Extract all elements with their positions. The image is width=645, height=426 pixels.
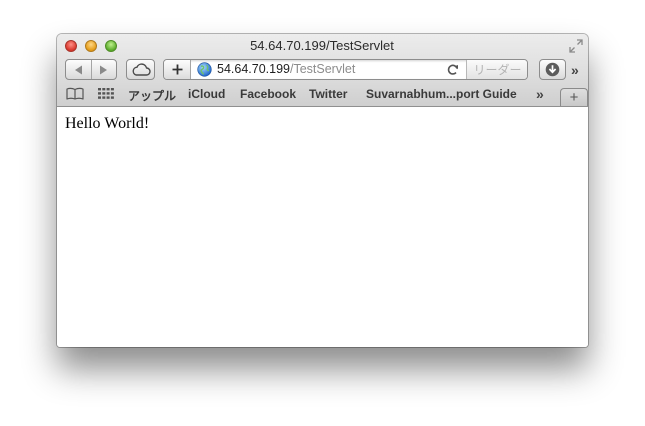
download-icon: [545, 62, 560, 77]
back-button[interactable]: [66, 60, 91, 79]
book-icon[interactable]: [66, 87, 84, 100]
page-body-text: Hello World!: [65, 115, 150, 132]
close-window-button[interactable]: [65, 40, 77, 52]
forward-button[interactable]: [92, 60, 117, 79]
bookmark-icloud[interactable]: iCloud: [188, 87, 225, 101]
url-host: 54.64.70.199: [217, 62, 290, 76]
toolbar: 54.64.70.199/TestServlet リーダー »: [57, 58, 588, 82]
bookmarks-overflow-button[interactable]: »: [536, 86, 544, 102]
reader-button[interactable]: リーダー: [466, 60, 527, 79]
browser-window: 54.64.70.199/TestServlet 54.64.70.199/Te…: [57, 34, 588, 347]
bookmarks-bar: アップル iCloud Facebook Twitter Suvarnabhum…: [57, 84, 588, 106]
new-tab-label: +: [569, 89, 579, 106]
globe-icon: [197, 62, 212, 77]
window-title: 54.64.70.199/TestServlet: [250, 38, 394, 53]
fullscreen-icon[interactable]: [569, 39, 583, 53]
bookmark-twitter[interactable]: Twitter: [309, 87, 347, 101]
forward-arrow-icon: [100, 65, 108, 74]
add-bookmark-button[interactable]: [164, 60, 191, 79]
downloads-button[interactable]: [539, 59, 566, 80]
back-arrow-icon: [74, 65, 82, 74]
bookmark-suvarnabhumi[interactable]: Suvarnabhum...port Guide: [366, 87, 517, 101]
zoom-window-button[interactable]: [105, 40, 117, 52]
toolbar-overflow-button[interactable]: »: [571, 62, 579, 78]
icloud-tabs-button[interactable]: [126, 59, 155, 80]
url-field[interactable]: 54.64.70.199/TestServlet: [217, 62, 355, 76]
title-bar[interactable]: 54.64.70.199/TestServlet: [57, 34, 588, 56]
bookmark-facebook[interactable]: Facebook: [240, 87, 296, 101]
browser-chrome: 54.64.70.199/TestServlet 54.64.70.199/Te…: [57, 34, 588, 107]
address-bar[interactable]: 54.64.70.199/TestServlet リーダー: [163, 59, 528, 80]
url-path: /TestServlet: [290, 62, 356, 76]
plus-icon: [172, 64, 182, 75]
new-tab-button[interactable]: +: [560, 88, 588, 106]
back-forward-buttons: [65, 59, 117, 80]
reload-icon[interactable]: [446, 62, 460, 77]
grid-icon[interactable]: [98, 88, 114, 99]
cloud-icon: [132, 63, 151, 76]
minimize-window-button[interactable]: [85, 40, 97, 52]
page-content: Hello World!: [57, 107, 588, 347]
bookmark-apple[interactable]: アップル: [128, 87, 176, 104]
